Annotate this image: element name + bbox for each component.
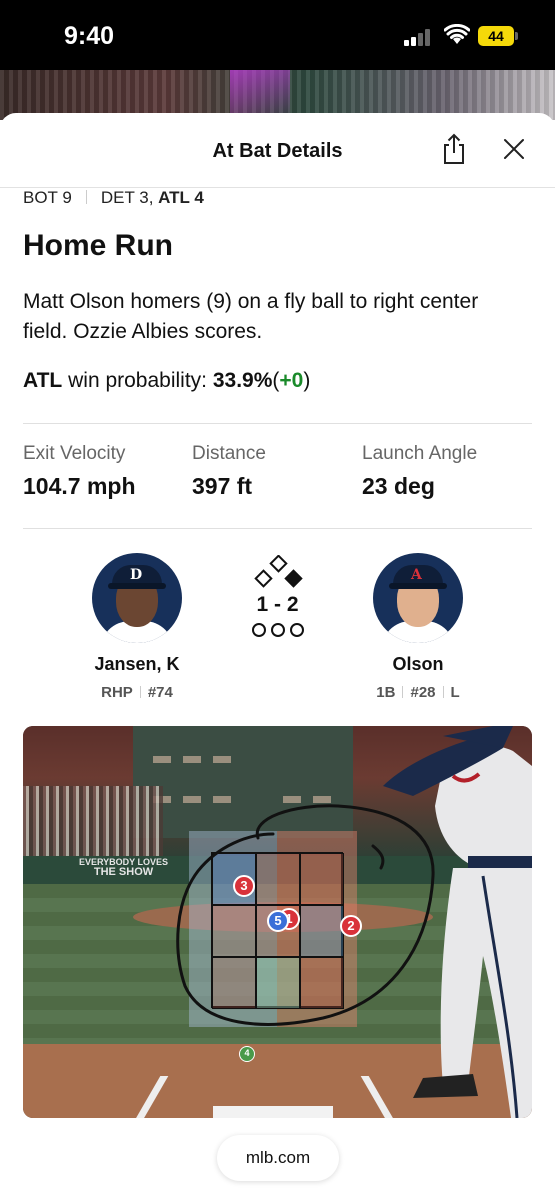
divider xyxy=(442,686,444,698)
stat-label: Distance xyxy=(192,443,266,464)
stat-launch-angle: Launch Angle 23 deg xyxy=(362,443,477,500)
batter-position: 1B xyxy=(376,684,396,701)
pitcher-meta: RHP #74 xyxy=(67,684,207,701)
pitcher-position: RHP xyxy=(101,684,133,701)
pitcher-name[interactable]: Jansen, K xyxy=(67,654,207,675)
play-result-title: Home Run xyxy=(23,229,173,262)
inning-label: BOT 9 xyxy=(23,188,72,207)
wifi-icon xyxy=(444,24,470,44)
source-link[interactable]: mlb.com xyxy=(217,1135,339,1181)
pitch-location-view[interactable]: EVERYBODY LOVES THE SHOW 3 1 5 2 4 xyxy=(23,726,532,1118)
status-bar: 9:40 44 xyxy=(0,0,555,70)
win-prob-team: ATL xyxy=(23,369,63,392)
divider xyxy=(402,686,404,698)
divider xyxy=(139,686,141,698)
win-prob-label: win probability: xyxy=(68,369,208,392)
out-dot xyxy=(271,623,285,637)
batter-number: #28 xyxy=(410,684,436,701)
out-dot xyxy=(290,623,304,637)
stat-value: 104.7 mph xyxy=(23,473,136,499)
at-bat-details-sheet: At Bat Details BOT 9 DET 3, ATL 4 Home Ru… xyxy=(0,113,555,1200)
status-time: 9:40 xyxy=(64,22,115,50)
divider xyxy=(23,528,532,529)
batter-figure xyxy=(383,726,532,1118)
close-icon[interactable] xyxy=(500,135,528,163)
batter-bats: L xyxy=(450,684,460,701)
pitch-marker[interactable]: 4 xyxy=(239,1046,255,1062)
pitcher-number: #74 xyxy=(147,684,173,701)
game-situation: BOT 9 DET 3, ATL 4 xyxy=(23,188,204,208)
sheet-header: At Bat Details xyxy=(0,113,555,188)
stat-label: Exit Velocity xyxy=(23,443,126,464)
ball-strike-count: 1 - 2 xyxy=(256,593,299,616)
win-probability: ATL win probability: 33.9%(+0) xyxy=(23,369,310,393)
pitcher-cap-logo: D xyxy=(130,567,143,583)
stat-label: Launch Angle xyxy=(362,443,478,464)
batter-avatar[interactable]: A xyxy=(373,553,463,643)
outs-indicator xyxy=(252,623,304,639)
pitch-marker[interactable]: 5 xyxy=(267,910,289,932)
batter-cap-logo: A xyxy=(411,567,422,583)
home-score: ATL 4 xyxy=(158,188,204,207)
cellular-signal-icon xyxy=(404,28,434,46)
pitch-marker[interactable]: 2 xyxy=(340,915,362,937)
play-description: Matt Olson homers (9) on a fly ball to r… xyxy=(23,290,479,343)
share-icon[interactable] xyxy=(440,133,468,165)
pitch-marker[interactable]: 3 xyxy=(233,875,255,897)
away-score: DET 3, xyxy=(100,188,154,207)
battery-indicator: 44 xyxy=(478,26,518,46)
batter-name[interactable]: Olson xyxy=(348,654,488,675)
pitcher-avatar[interactable]: D xyxy=(92,553,182,643)
sheet-title: At Bat Details xyxy=(212,140,343,162)
stat-value: 397 ft xyxy=(192,473,253,499)
divider xyxy=(85,190,87,204)
stat-distance: Distance 397 ft xyxy=(192,443,266,500)
win-prob-delta: +0 xyxy=(279,369,304,392)
bases-diamond-icon xyxy=(254,555,303,588)
out-dot xyxy=(252,623,266,637)
win-prob-value: 33.9% xyxy=(212,369,273,392)
divider xyxy=(23,423,532,424)
stat-exit-velocity: Exit Velocity 104.7 mph xyxy=(23,443,136,500)
stat-value: 23 deg xyxy=(362,473,435,499)
win-prob-paren-close: ) xyxy=(303,369,311,392)
batter-meta: 1B #28 L xyxy=(348,684,488,701)
